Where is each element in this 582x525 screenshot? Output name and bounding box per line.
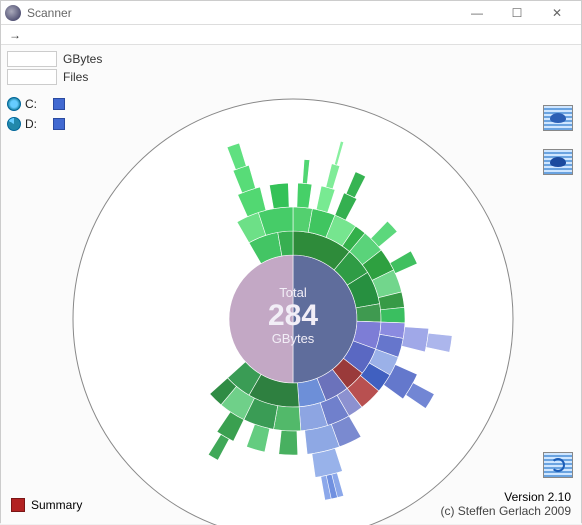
summary-toggle[interactable]: Summary (11, 498, 82, 512)
version-text: Version 2.10 (440, 490, 571, 504)
toolbar: → (1, 25, 581, 45)
content-area: GBytes Files C: D: Total (1, 45, 581, 524)
copyright-text: (c) Steffen Gerlach 2009 (440, 504, 571, 518)
summary-label: Summary (31, 498, 82, 512)
rescan-button[interactable] (543, 149, 573, 175)
disk-shape-icon (550, 113, 566, 123)
maximize-button[interactable]: ☐ (497, 2, 537, 24)
disk-shape-icon (550, 157, 566, 167)
refresh-wrap (543, 452, 573, 478)
sunburst-chart[interactable]: Total284GBytes (69, 85, 539, 525)
drive-color-swatch (53, 98, 65, 110)
app-icon (5, 5, 21, 21)
svg-text:Total: Total (279, 285, 307, 300)
hdd-icon (7, 97, 21, 111)
gbytes-row: GBytes (7, 51, 102, 67)
scan-button[interactable] (543, 105, 573, 131)
right-toolbar (543, 105, 573, 175)
drive-label: C: (25, 97, 47, 111)
drive-color-swatch (53, 118, 65, 130)
titlebar: Scanner — ☐ ✕ (1, 1, 581, 25)
version-info: Version 2.10 (c) Steffen Gerlach 2009 (440, 490, 571, 518)
window-buttons: — ☐ ✕ (457, 2, 577, 24)
refresh-button[interactable] (543, 452, 573, 478)
minimize-button[interactable]: — (457, 2, 497, 24)
refresh-icon (551, 458, 565, 472)
files-label: Files (63, 70, 88, 84)
forward-arrow-icon[interactable]: → (9, 28, 21, 42)
summary-color-icon (11, 498, 25, 512)
svg-text:284: 284 (268, 299, 318, 332)
close-button[interactable]: ✕ (537, 2, 577, 24)
disc-icon (7, 117, 21, 131)
files-row: Files (7, 69, 102, 85)
drive-label: D: (25, 117, 47, 131)
gbytes-value-box (7, 51, 57, 67)
files-value-box (7, 69, 57, 85)
svg-text:GBytes: GBytes (272, 331, 315, 346)
gbytes-label: GBytes (63, 52, 102, 66)
window-title: Scanner (27, 6, 457, 20)
